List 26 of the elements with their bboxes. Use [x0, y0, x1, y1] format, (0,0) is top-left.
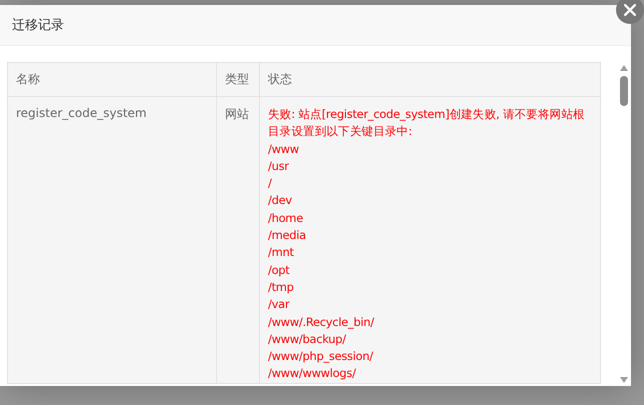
directory-path: /mnt — [268, 244, 295, 262]
error-message: 失败: 站点[register_code_system]创建失败, 请不要将网站根目录设置到以下关键目录中: — [268, 106, 586, 140]
scrollbar-thumb[interactable] — [620, 76, 628, 106]
directory-path: / — [268, 175, 273, 192]
directory-path: /opt — [268, 262, 291, 279]
column-header: 类型 — [216, 62, 260, 96]
directory-path: /home — [268, 210, 304, 227]
directory-path: /tmp — [268, 278, 295, 296]
directory-path: /dev — [268, 192, 293, 210]
column-header: 名称 — [8, 62, 216, 96]
directory-path: /www/backup/ — [268, 330, 347, 348]
directory-path: /www — [268, 140, 300, 158]
column-header: 状态 — [260, 62, 600, 96]
table-cell: 网站 — [216, 96, 260, 384]
close-button[interactable] — [616, 0, 644, 24]
table-cell: register_code_system — [8, 96, 216, 384]
directory-path: /www/php_session/ — [268, 348, 374, 366]
directory-path: /www/.Recycle_bin/ — [268, 314, 376, 331]
directory-path: /media — [268, 227, 307, 244]
directory-path: /usr — [268, 158, 290, 175]
directory-path: /var — [268, 296, 291, 314]
dialog-title: 迁移记录 — [12, 17, 64, 34]
scroll-down-arrow-icon[interactable] — [618, 376, 628, 384]
close-icon — [622, 2, 638, 18]
directory-path: /www/wwwlogs/ — [268, 365, 357, 382]
scroll-up-arrow-icon[interactable] — [618, 64, 628, 72]
